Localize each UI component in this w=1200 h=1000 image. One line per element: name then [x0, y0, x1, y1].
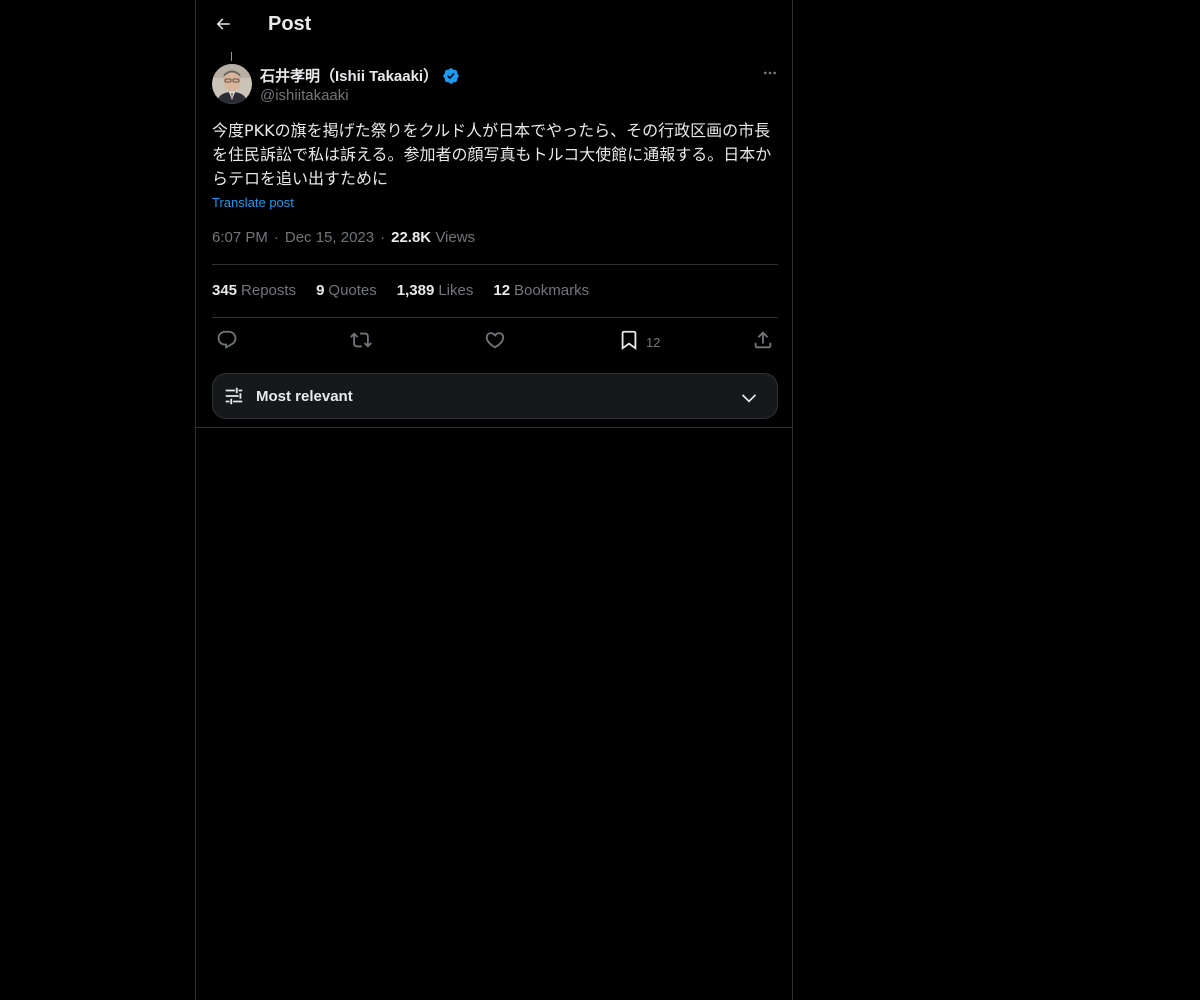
- bookmarks-count: 12: [493, 282, 511, 299]
- sort-label: Most relevant: [256, 388, 353, 405]
- repost-icon: [350, 329, 372, 356]
- share-icon: [752, 329, 774, 356]
- chevron-down-icon: [739, 388, 759, 408]
- author-name-text: 石井孝明（Ishii Takaaki）: [260, 68, 439, 85]
- share-button[interactable]: [752, 328, 774, 356]
- views-label: Views: [435, 229, 476, 246]
- meta-separator: ·: [380, 229, 386, 246]
- like-button[interactable]: [484, 328, 506, 356]
- author-avatar[interactable]: [212, 64, 252, 104]
- more-dots-icon: [762, 65, 778, 86]
- post-date[interactable]: Dec 15, 2023: [285, 229, 374, 246]
- page-title: Post: [268, 13, 312, 35]
- repost-button[interactable]: [350, 328, 372, 356]
- reply-button[interactable]: [216, 328, 238, 356]
- bookmark-count: 12: [646, 334, 661, 350]
- divider: [212, 264, 778, 265]
- quotes-stat[interactable]: 9 Quotes: [316, 282, 377, 299]
- post-column: Post 石井孝明（Ishii Takaaki） @ishiitakaaki 今…: [195, 0, 793, 1000]
- post-time[interactable]: 6:07 PM: [212, 229, 268, 246]
- post-text: 今度PKKの旗を掲げた祭りをクルド人が日本でやったら、その行政区画の市長を住民訴…: [212, 121, 772, 188]
- likes-stat[interactable]: 1,389 Likes: [397, 282, 474, 299]
- arrow-left-icon: [214, 15, 232, 38]
- verified-badge-icon: [442, 67, 460, 85]
- post-metadata: 6:07 PM · Dec 15, 2023 · 22.8K Views: [212, 229, 475, 246]
- translate-post-link[interactable]: Translate post: [212, 195, 294, 210]
- bookmark-button[interactable]: 12: [618, 328, 660, 356]
- quotes-label: Quotes: [328, 282, 377, 299]
- likes-label: Likes: [438, 282, 474, 299]
- bookmarks-stat[interactable]: 12 Bookmarks: [493, 282, 589, 299]
- header: Post: [196, 0, 792, 53]
- thread-connector-line: [231, 52, 232, 61]
- quotes-count: 9: [316, 282, 325, 299]
- more-options-button[interactable]: [758, 64, 782, 86]
- bookmarks-label: Bookmarks: [514, 282, 590, 299]
- meta-separator: ·: [273, 229, 279, 246]
- sliders-icon: [223, 385, 245, 407]
- divider: [212, 317, 778, 318]
- author-name[interactable]: 石井孝明（Ishii Takaaki）: [260, 65, 460, 86]
- bookmark-icon: [618, 329, 640, 356]
- likes-count: 1,389: [396, 282, 435, 299]
- reposts-count: 345: [212, 282, 238, 299]
- reply-icon: [216, 329, 238, 356]
- heart-icon: [484, 329, 506, 356]
- divider: [196, 427, 792, 428]
- author-handle[interactable]: @ishiitakaaki: [260, 87, 349, 104]
- engagement-stats: 345 Reposts 9 Quotes 1,389 Likes 12 Bookmark…: [212, 282, 589, 299]
- action-bar: 12: [206, 328, 784, 356]
- views-count: 22.8K: [391, 229, 432, 246]
- reply-sort-selector[interactable]: Most relevant: [212, 373, 778, 419]
- reposts-label: Reposts: [241, 282, 297, 299]
- reposts-stat[interactable]: 345 Reposts: [212, 282, 296, 299]
- back-button[interactable]: [206, 9, 240, 43]
